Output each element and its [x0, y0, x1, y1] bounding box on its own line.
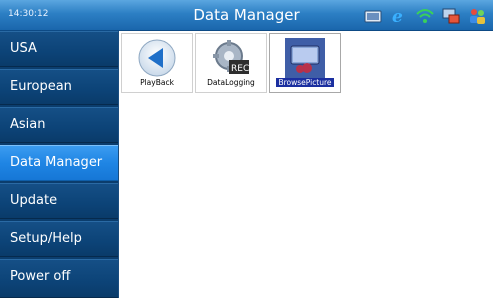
users-icon[interactable] [467, 6, 487, 26]
sidebar-item-european[interactable]: European [0, 69, 118, 105]
playback-label: PlayBack [140, 78, 174, 87]
network-icon[interactable] [441, 6, 461, 26]
datalogging-icon: REC [211, 38, 251, 78]
wifi-icon[interactable] [415, 6, 435, 26]
title-bar: 14:30:12 Data Manager e [0, 0, 493, 31]
sidebar-item-setup-help[interactable]: Setup/Help [0, 221, 118, 257]
datalogging-tile[interactable]: REC DataLogging [195, 33, 267, 93]
svg-text:e: e [392, 7, 403, 26]
svg-text:REC: REC [231, 64, 249, 74]
main-panel: PlayBack REC DataLogging BrowsePicture [118, 31, 493, 298]
tablet-icon[interactable] [363, 6, 383, 26]
browse-picture-tile[interactable]: BrowsePicture [269, 33, 341, 93]
sidebar-item-data-manager[interactable]: Data Manager [0, 145, 118, 181]
playback-tile[interactable]: PlayBack [121, 33, 193, 93]
status-icons: e [363, 5, 487, 27]
browser-icon[interactable]: e [389, 6, 409, 27]
browse-picture-icon [285, 38, 325, 78]
browse-picture-label: BrowsePicture [276, 78, 334, 87]
playback-icon [137, 38, 177, 78]
sidebar-item-asian[interactable]: Asian [0, 107, 118, 143]
sidebar-item-power-off[interactable]: Power off [0, 259, 118, 298]
sidebar: USA European Asian Data Manager Update S… [0, 31, 118, 298]
sidebar-item-usa[interactable]: USA [0, 31, 118, 67]
sidebar-item-update[interactable]: Update [0, 183, 118, 219]
datalogging-label: DataLogging [207, 78, 255, 87]
